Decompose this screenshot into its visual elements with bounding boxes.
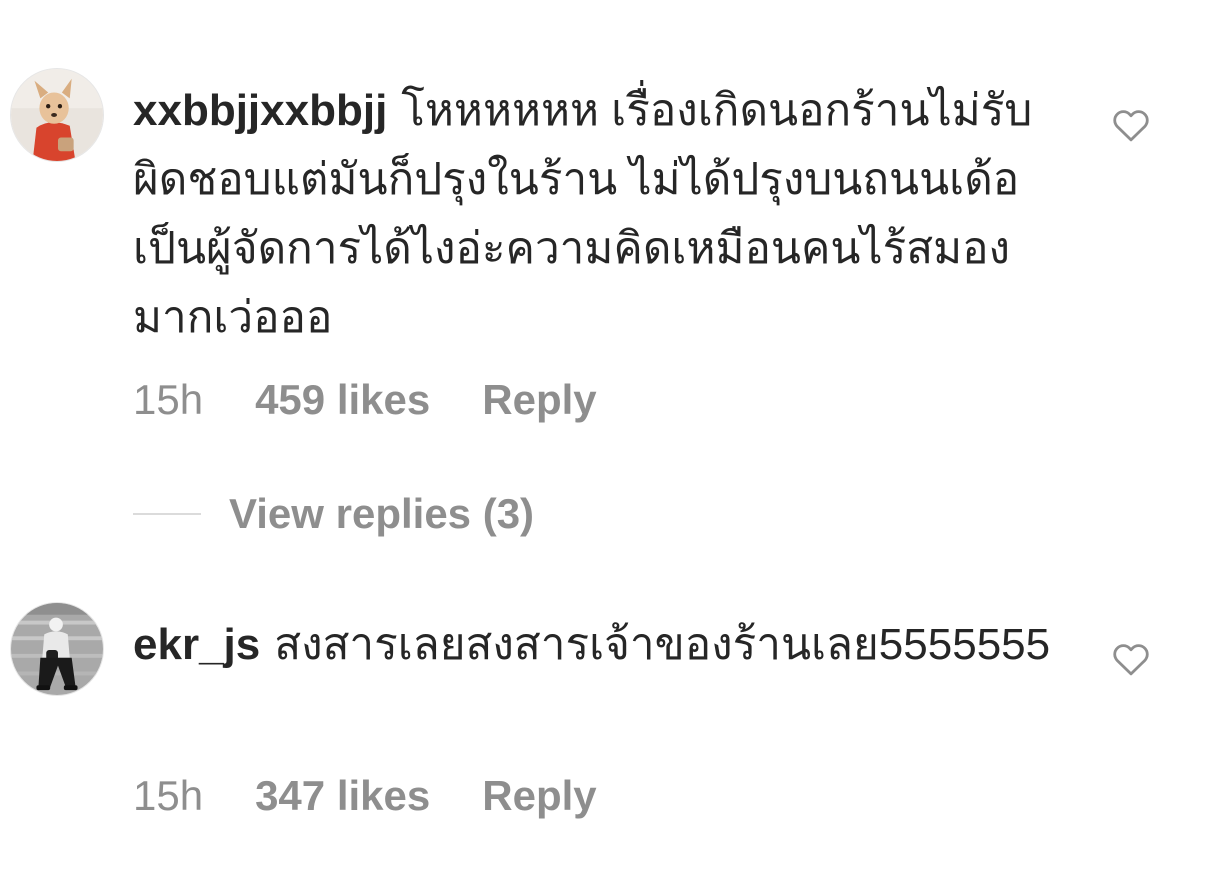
comment-username[interactable]: xxbbjjxxbbjj: [133, 86, 387, 135]
comment-likes-count[interactable]: 459 likes: [255, 376, 430, 424]
comment-likes-count[interactable]: 347 likes: [255, 772, 430, 820]
comment-time: 15h: [133, 376, 204, 423]
like-button[interactable]: [1110, 104, 1152, 146]
view-replies-label: View replies (3): [229, 490, 535, 537]
view-replies-button[interactable]: View replies (3): [133, 490, 534, 538]
heart-outline-icon: [1113, 644, 1149, 676]
comment-time: 15h: [133, 772, 204, 819]
like-button[interactable]: [1110, 638, 1152, 680]
avatar[interactable]: [10, 602, 104, 696]
reply-button[interactable]: Reply: [482, 376, 596, 424]
comment-text-block: xxbbjjxxbbjj โหหหหหห เรื่องเกิดนอกร้านไม่…: [133, 76, 1053, 352]
person-avatar-image: [11, 603, 103, 695]
view-replies-divider: [133, 513, 201, 515]
dog-avatar-image: [11, 69, 103, 161]
reply-button[interactable]: Reply: [482, 772, 596, 820]
avatar[interactable]: [10, 68, 104, 162]
comment-text: สงสารเลยสงสารเจ้าของร้านเลย5555555: [274, 620, 1051, 669]
comment-text-block: ekr_js สงสารเลยสงสารเจ้าของร้านเลย5555555: [133, 610, 1053, 679]
comment-meta: 15h 459 likes Reply: [133, 376, 597, 424]
heart-outline-icon: [1113, 110, 1149, 142]
comment-meta: 15h 347 likes Reply: [133, 772, 597, 820]
comment-username[interactable]: ekr_js: [133, 620, 260, 669]
